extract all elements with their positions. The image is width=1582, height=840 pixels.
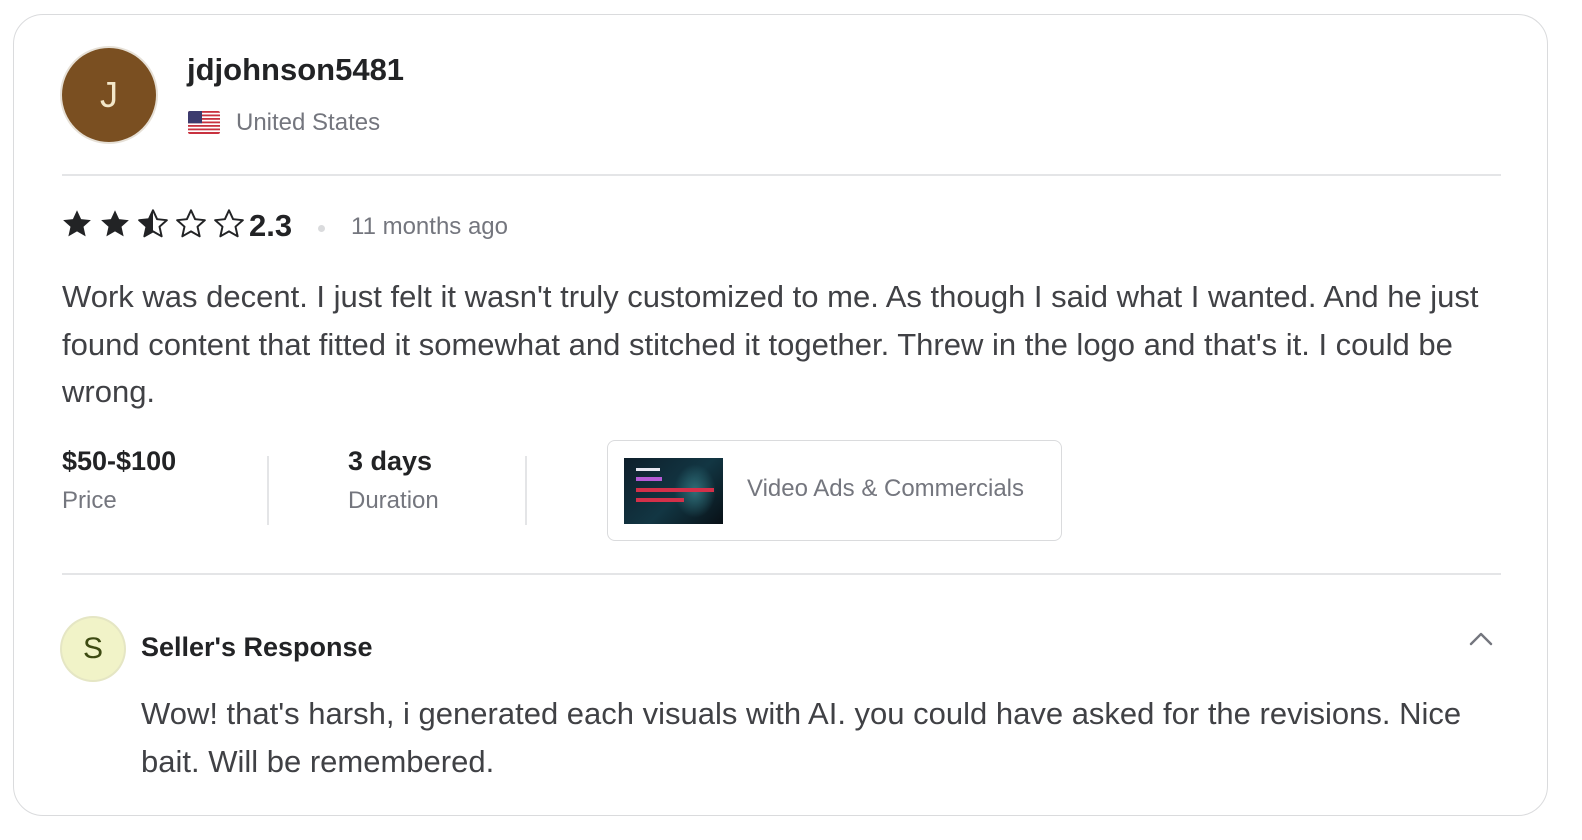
review-time: 11 months ago [351,213,508,240]
header-divider [62,174,1501,176]
gig-title: Video Ads & Commercials [747,475,1025,502]
seller-avatar-initial: S [82,632,103,665]
gig-thumbnail [624,458,723,524]
gig-link[interactable]: Video Ads & Commercials [607,440,1062,541]
duration-label: Duration [348,487,439,514]
star-empty-icon [176,209,206,238]
star-half-icon [138,209,168,238]
star-full-icon [101,210,129,237]
price-label: Price [62,487,117,514]
seller-avatar: S [62,618,124,680]
star-rating [60,207,246,241]
meta-separator [267,456,269,525]
rating-value: 2.3 [249,208,293,243]
duration-value: 3 days [348,446,433,476]
meta-separator [525,456,527,525]
price-value: $50-$100 [62,446,177,476]
response-divider [62,573,1501,575]
star-full-icon [63,210,91,237]
seller-response-title: Seller's Response [141,632,373,662]
separator-dot [318,225,325,232]
reviewer-country: United States [236,109,381,136]
chevron-up-icon[interactable] [1467,628,1495,650]
reviewer-avatar-initial: J [100,74,118,115]
seller-response-text: Wow! that's harsh, i generated each visu… [141,696,1462,779]
us-flag-icon [188,111,220,134]
review-text: Work was decent. I just felt it wasn't t… [62,279,1479,409]
reviewer-avatar[interactable]: J [62,48,156,142]
star-empty-icon [214,209,244,238]
reviewer-username[interactable]: jdjohnson5481 [187,52,404,88]
